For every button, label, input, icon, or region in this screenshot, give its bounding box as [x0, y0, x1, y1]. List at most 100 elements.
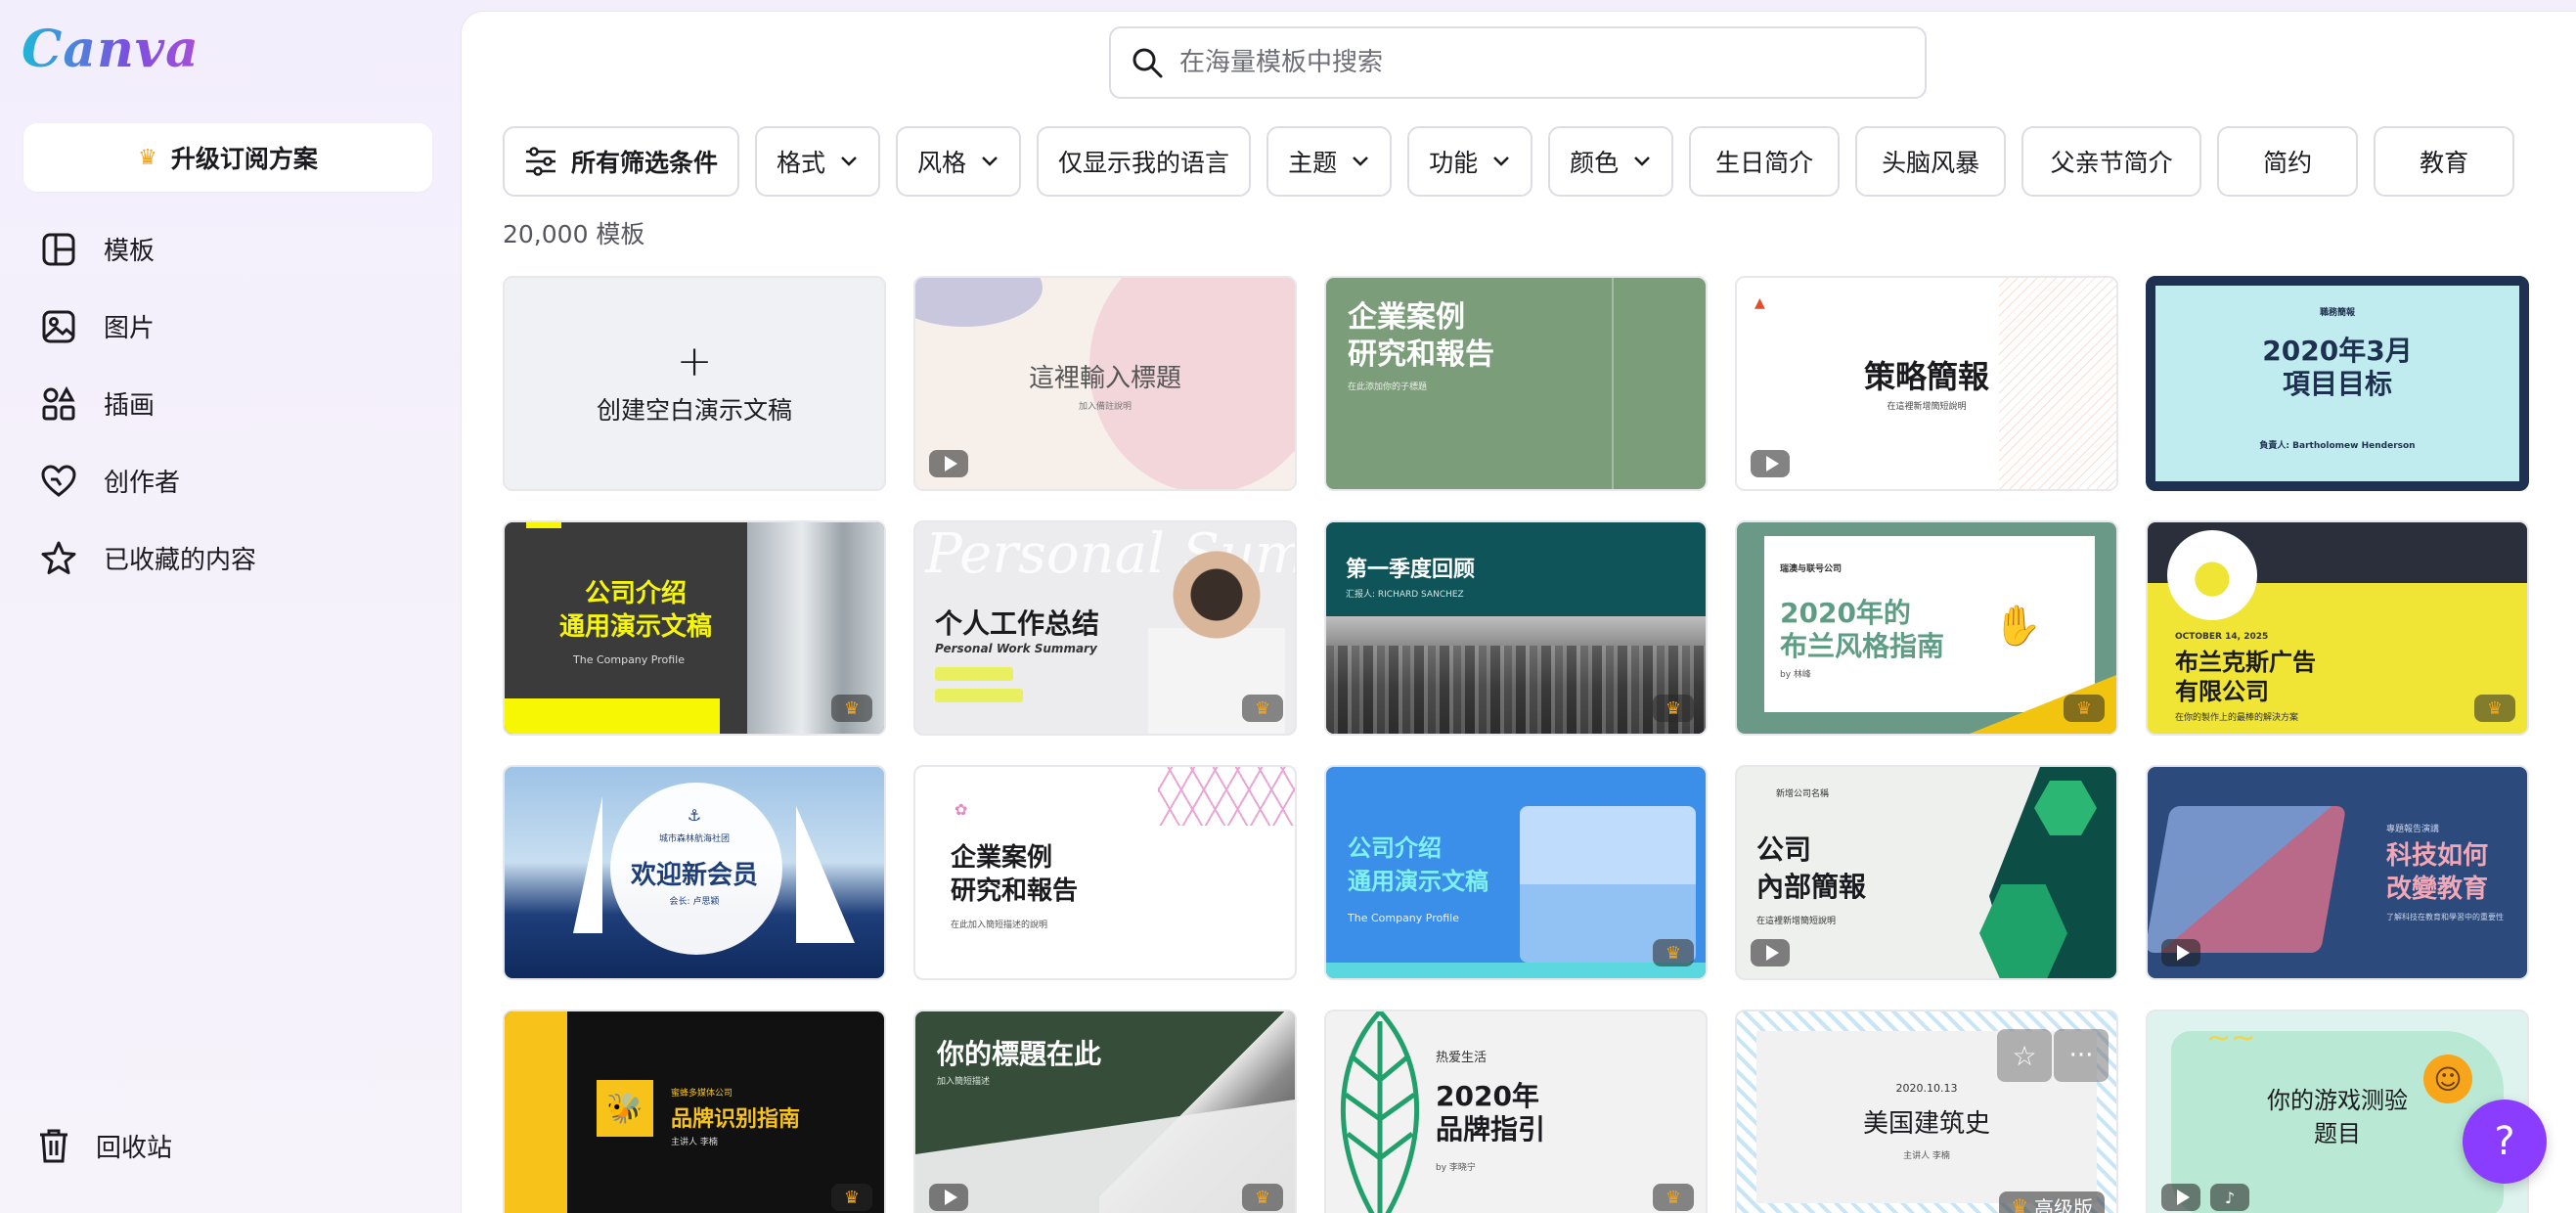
info-tag — [935, 667, 1013, 681]
template-card[interactable]: 瑞澳与联号公司 2020年的 布兰风格指南 by 林峰 ✋ ♛ — [1735, 520, 2118, 736]
decor-bar — [526, 522, 561, 528]
template-card[interactable]: ☆ ··· 2020.10.13 美国建筑史 主讲人 李楠 ♛ 高级版 — [1735, 1010, 2118, 1213]
template-subtitle: 加入簡短描述 — [937, 1077, 991, 1087]
filter-chip-education[interactable]: 教育 — [2374, 126, 2515, 197]
template-subtitle: 会长: 卢思颖 — [669, 897, 720, 907]
template-card[interactable]: 公司介绍 通用演示文稿 The Company Profile ♛ — [1324, 765, 1708, 980]
premium-crown-icon: ♛ — [831, 695, 872, 722]
decor-squiggle: ~~ — [2206, 1021, 2256, 1056]
template-kicker: 專題報告演講 — [2386, 825, 2440, 834]
filter-chip-birthday[interactable]: 生日简介 — [1689, 126, 1841, 197]
filter-color-dropdown[interactable]: 颜色 — [1548, 126, 1674, 197]
template-card[interactable]: ⚓ 城市森林航海社团 欢迎新会员 会长: 卢思颖 — [503, 765, 886, 980]
template-title: 你的標題在此 — [937, 1038, 1102, 1070]
filter-style-dropdown[interactable]: 风格 — [896, 126, 1022, 197]
sidebar-item-illustrations[interactable]: 插画 — [23, 365, 434, 442]
template-card[interactable]: ● OCTOBER 14, 2025 布兰克斯广告 有限公司 在你的製作上的最棒… — [2146, 520, 2529, 736]
template-card[interactable]: 新增公司名稱 公司 內部簡報 在這裡新增簡短說明 — [1735, 765, 2118, 980]
template-title: 這裡輸入標題 — [1028, 364, 1181, 393]
trash-icon — [40, 1129, 67, 1163]
sidebar-item-images[interactable]: 图片 — [23, 288, 434, 365]
crown-icon: ♛ — [2011, 1194, 2028, 1213]
sidebar-item-trash[interactable]: 回收站 — [37, 1127, 172, 1164]
filter-topic-dropdown[interactable]: 主题 — [1266, 126, 1393, 197]
template-subtitle: 在此加入簡短描述的說明 — [951, 921, 1048, 930]
search-input[interactable] — [1179, 48, 1903, 77]
template-subtitle: 了解科技在教育和學習中的重要性 — [2386, 913, 2504, 921]
template-card[interactable]: ~~ ☺ 你的游戏测验 题目 ♪ — [2146, 1010, 2529, 1213]
filter-chip-fathers-day[interactable]: 父亲节简介 — [2021, 126, 2202, 197]
template-card[interactable]: 热爱生活 2020年 品牌指引 by 李晓宁 ♛ — [1324, 1010, 1708, 1213]
template-card[interactable]: 這裡輸入標題 加入備註說明 — [913, 276, 1297, 491]
play-icon — [2161, 1184, 2200, 1211]
template-card[interactable]: Personal Summary 个人工作总结 Personal Work Su… — [913, 520, 1297, 736]
filter-label: 功能 — [1429, 149, 1479, 177]
template-card[interactable]: ▲ 策略簡報 在這裡新增簡短說明 — [1735, 276, 2118, 491]
template-title: 企業案例 研究和報告 — [951, 843, 1079, 906]
template-card[interactable]: ✿ 企業案例 研究和報告 在此加入簡短描述的說明 — [913, 765, 1297, 980]
chevron-down-icon — [1493, 157, 1509, 166]
template-card[interactable]: 🐝 蜜蜂多媒体公司 品牌识别指南 主讲人 李楠 ♛ — [503, 1010, 886, 1213]
upgrade-plan-button[interactable]: ♛ 升级订阅方案 — [23, 123, 432, 192]
sidebar-item-templates[interactable]: 模板 — [23, 210, 434, 288]
filter-label: 所有筛选条件 — [571, 149, 719, 177]
template-card[interactable]: 第一季度回顾 汇报人: RICHARD SANCHEZ ♛ — [1324, 520, 1708, 736]
creator-icon — [41, 464, 76, 497]
sidebar-item-creators[interactable]: 创作者 — [23, 442, 434, 519]
template-kicker: 新增公司名稱 — [1776, 789, 1830, 799]
premium-badge-label: 高级版 — [2034, 1195, 2093, 1213]
play-icon — [1751, 939, 1790, 966]
premium-badge: ♛ 高级版 — [1999, 1191, 2105, 1213]
template-subtitle: 在你的製作上的最棒的解決方案 — [2175, 713, 2299, 723]
info-tag — [935, 689, 1023, 702]
template-subtitle: 在這裡新增簡短說明 — [1887, 402, 1967, 412]
premium-crown-icon: ♛ — [2064, 695, 2105, 722]
template-card[interactable]: 專題報告演講 科技如何 改變教育 了解科技在教育和學習中的重要性 — [2146, 765, 2529, 980]
divider — [1612, 278, 1614, 489]
filter-my-language-toggle[interactable]: 仅显示我的语言 — [1037, 126, 1252, 197]
template-title: 欢迎新会员 — [630, 861, 758, 890]
filter-chip-simple[interactable]: 简约 — [2217, 126, 2359, 197]
sidebar-item-label: 图片 — [104, 314, 155, 343]
template-title: 2020年的 布兰风格指南 — [1780, 597, 1945, 662]
template-title: 布兰克斯广告 有限公司 — [2175, 649, 2316, 705]
filter-label: 父亲节简介 — [2050, 149, 2173, 177]
favorite-star-button[interactable]: ☆ — [1997, 1029, 2052, 1082]
filter-feature-dropdown[interactable]: 功能 — [1407, 126, 1533, 197]
chevron-down-icon — [841, 157, 857, 166]
more-options-button[interactable]: ··· — [2054, 1029, 2109, 1082]
sidebar-item-favorites[interactable]: 已收藏的内容 — [23, 519, 434, 597]
sidebar: Canva ♛ 升级订阅方案 模板 图片 插画 创作者 已收藏的内容 回收站 — [0, 0, 460, 1213]
template-card[interactable]: 企業案例 研究和報告 在此添加你的子標題 — [1324, 276, 1708, 491]
template-card[interactable]: 你的標題在此 加入簡短描述 ♛ — [913, 1010, 1297, 1213]
template-card[interactable]: 公司介绍 通用演示文稿 The Company Profile ♛ — [503, 520, 886, 736]
template-subtitle: 汇报人: RICHARD SANCHEZ — [1346, 590, 1464, 600]
decor-bar — [505, 1011, 567, 1213]
plus-icon: + — [676, 337, 713, 386]
all-filters-button[interactable]: 所有筛选条件 — [503, 126, 740, 197]
create-blank-card[interactable]: + 创建空白演示文稿 — [503, 276, 886, 491]
template-subtitle: 負責人: Bartholomew Henderson — [2259, 441, 2416, 451]
search-bar[interactable] — [1109, 26, 1927, 99]
main-panel: 所有筛选条件 格式 风格 仅显示我的语言 主题 功能 颜色 生日简介 头脑风暴 … — [462, 12, 2576, 1213]
premium-crown-icon: ♛ — [1653, 939, 1694, 966]
sidebar-item-label: 已收藏的内容 — [104, 546, 257, 575]
template-kicker: 職務簡報 — [2319, 308, 2355, 318]
template-title: 公司介绍 通用演示文稿 — [558, 579, 712, 642]
play-icon — [929, 450, 968, 477]
template-subtitle: The Company Profile — [573, 653, 685, 666]
canva-logo[interactable]: Canva — [22, 20, 200, 79]
filter-label: 仅显示我的语言 — [1058, 149, 1230, 177]
decor-bar — [1326, 963, 1706, 978]
template-kicker: 城市森林航海社团 — [658, 834, 730, 844]
filter-format-dropdown[interactable]: 格式 — [755, 126, 881, 197]
help-button[interactable]: ? — [2463, 1100, 2547, 1184]
template-card[interactable]: 職務簡報 2020年3月 項目目标 負責人: Bartholomew Hende… — [2146, 276, 2529, 491]
filter-label: 主题 — [1288, 149, 1338, 177]
template-kicker: OCTOBER 14, 2025 — [2175, 632, 2269, 642]
template-subtitle: 主讲人 李楠 — [671, 1138, 718, 1147]
filter-chip-brainstorm[interactable]: 头脑风暴 — [1855, 126, 2007, 197]
template-kicker: 热爱生活 — [1436, 1051, 1488, 1065]
filter-label: 风格 — [917, 149, 967, 177]
sidebar-item-label: 模板 — [104, 237, 155, 266]
